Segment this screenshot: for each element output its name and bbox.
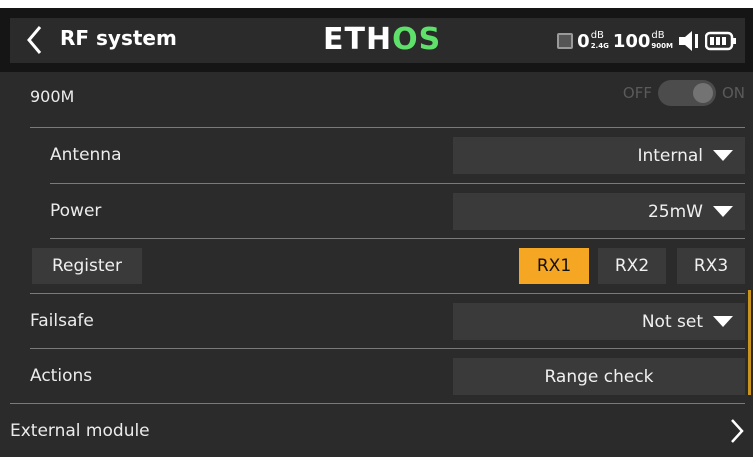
top-strip: [0, 0, 753, 8]
dropdown-arrow-icon: [713, 316, 733, 327]
scrollbar[interactable]: [748, 290, 751, 395]
external-module-label[interactable]: External module: [10, 421, 150, 441]
ethos-logo: ETHOS: [323, 22, 441, 57]
divider: [30, 127, 745, 128]
register-button[interactable]: Register: [32, 248, 142, 284]
status-area: 0 dB 2.4G 100 dB 900M: [557, 24, 737, 58]
header-panel: RF system ETHOS 0 dB 2.4G 100 dB 900M: [10, 18, 745, 63]
antenna-dropdown[interactable]: Internal: [453, 137, 745, 174]
failsafe-label: Failsafe: [30, 311, 94, 331]
chevron-left-icon: [27, 26, 42, 54]
toggle-on-label: ON: [721, 84, 745, 102]
toggle-track: [657, 80, 716, 106]
module-900m-label: 900M: [30, 87, 75, 106]
power-value: 25mW: [647, 201, 703, 222]
back-button[interactable]: [24, 24, 48, 56]
speaker-icon: [677, 30, 701, 52]
chevron-right-icon[interactable]: [729, 417, 745, 449]
module-status-icon: [557, 33, 574, 49]
divider: [30, 293, 745, 294]
logo-accent: OS: [392, 22, 442, 57]
antenna-value: Internal: [637, 145, 703, 166]
divider: [50, 183, 745, 184]
antenna-label: Antenna: [50, 145, 122, 165]
failsafe-value: Not set: [641, 311, 703, 332]
power-dropdown[interactable]: 25mW: [453, 193, 745, 230]
divider: [30, 348, 745, 349]
page-title: RF system: [60, 26, 177, 50]
logo-main: ETH: [323, 22, 393, 57]
rx2-button[interactable]: RX2: [598, 248, 666, 284]
range-check-button[interactable]: Range check: [453, 358, 745, 395]
rssi-900m: 100 dB 900M: [612, 30, 673, 52]
battery-icon: [705, 31, 737, 51]
rx3-button[interactable]: RX3: [677, 248, 745, 284]
toggle-off-label: OFF: [622, 84, 652, 102]
power-label: Power: [50, 201, 102, 221]
divider: [10, 403, 745, 404]
actions-label: Actions: [30, 366, 93, 386]
rssi-24g: 0 dB 2.4G: [577, 30, 609, 52]
toggle-knob: [692, 83, 713, 103]
failsafe-dropdown[interactable]: Not set: [453, 303, 745, 340]
module-900m-toggle[interactable]: OFF ON: [623, 80, 745, 106]
dropdown-arrow-icon: [713, 150, 733, 161]
divider: [50, 238, 745, 239]
header-bar: RF system ETHOS 0 dB 2.4G 100 dB 900M: [0, 8, 753, 72]
rx1-button[interactable]: RX1: [519, 248, 589, 284]
dropdown-arrow-icon: [713, 206, 733, 217]
